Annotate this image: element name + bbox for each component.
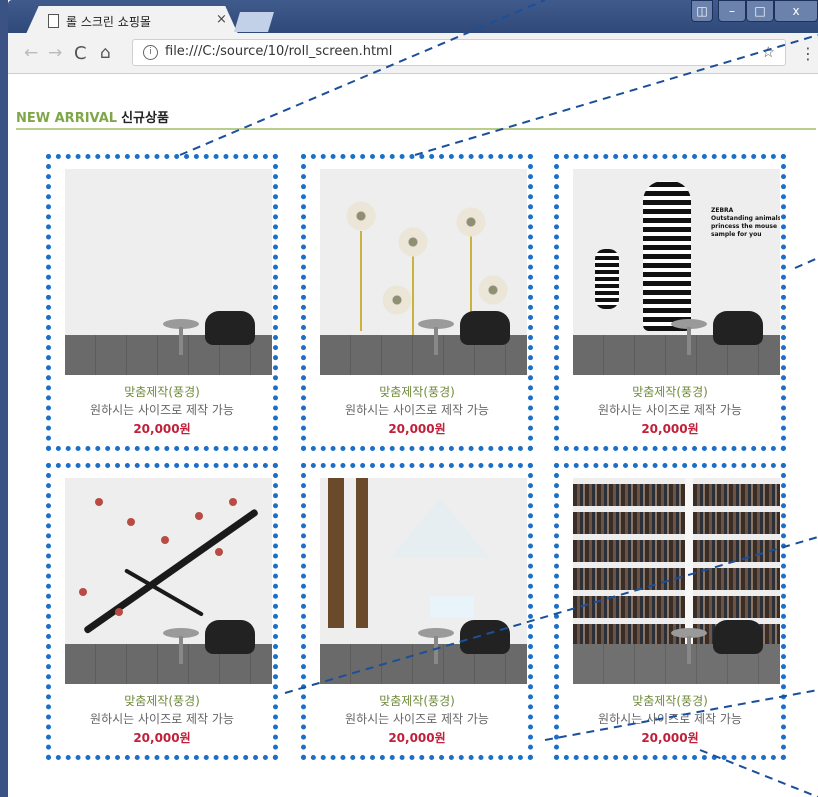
- chair-graphic: [713, 311, 763, 345]
- tree-trunk-graphic: [328, 478, 344, 628]
- home-icon[interactable]: ⌂: [100, 43, 111, 63]
- product-description: 원하시는 사이즈로 제작 가능: [90, 712, 234, 726]
- shelf-graphic: [573, 540, 780, 562]
- flower-graphic: [195, 512, 203, 520]
- branch-graphic: [82, 508, 260, 635]
- zebra-foal-graphic: [595, 249, 619, 309]
- flower-graphic: [215, 548, 223, 556]
- product-image-rose[interactable]: [65, 169, 272, 375]
- product-image-mountain-waterfall[interactable]: [320, 478, 527, 684]
- shelf-graphic: [573, 596, 780, 618]
- window-frame: [0, 0, 8, 797]
- zebra-graphic: [643, 181, 691, 331]
- product-description: 원하시는 사이즈로 제작 가능: [90, 403, 234, 417]
- product-card[interactable]: 맞춤제작(풍경) 원하시는 사이즈로 제작 가능 20,000원: [301, 154, 533, 451]
- product-caption[interactable]: 맞춤제작(풍경): [559, 692, 781, 709]
- product-price: 20,000원: [641, 422, 699, 436]
- new-tab-button[interactable]: [234, 12, 274, 32]
- chair-graphic: [460, 311, 510, 345]
- product-caption[interactable]: 맞춤제작(풍경): [559, 383, 781, 400]
- waterfall-graphic: [430, 596, 474, 618]
- page-content: NEW ARRIVAL 신규상품 맞춤제작(풍경) 원하시는 사이즈로 제작 가능…: [8, 74, 818, 797]
- menu-icon[interactable]: ⋮: [800, 44, 816, 63]
- back-arrow-icon[interactable]: ←: [24, 43, 38, 63]
- shelf-graphic: [573, 512, 780, 534]
- shelf-graphic: [573, 484, 780, 506]
- flower-graphic: [79, 588, 87, 596]
- browser-toolbar: ← → C ⌂ i file:///C:/source/10/roll_scre…: [8, 33, 818, 74]
- maximize-button[interactable]: □: [746, 0, 774, 22]
- chair-graphic: [205, 311, 255, 345]
- product-price: 20,000원: [133, 422, 191, 436]
- flower-graphic: [229, 498, 237, 506]
- product-description: 원하시는 사이즈로 제작 가능: [345, 712, 489, 726]
- star-icon[interactable]: ☆: [762, 43, 775, 61]
- table-leg-graphic: [179, 327, 183, 355]
- table-leg-graphic: [434, 636, 438, 664]
- section-divider: [16, 128, 816, 130]
- tree-trunk-graphic: [356, 478, 368, 628]
- product-price: 20,000원: [388, 731, 446, 745]
- forward-arrow-icon[interactable]: →: [48, 43, 62, 63]
- reload-icon[interactable]: C: [74, 43, 87, 64]
- mountain-peak-graphic: [390, 498, 490, 558]
- product-caption[interactable]: 맞춤제작(풍경): [51, 383, 273, 400]
- product-caption[interactable]: 맞춤제작(풍경): [306, 692, 528, 709]
- product-card[interactable]: ZEBRA Outstanding animals like princess …: [554, 154, 786, 451]
- document-icon: [48, 14, 59, 28]
- product-card[interactable]: 맞춤제작(풍경) 원하시는 사이즈로 제작 가능 20,000원: [554, 463, 786, 760]
- dandelion-graphic: [380, 283, 414, 317]
- minimize-button[interactable]: –: [718, 0, 746, 22]
- flower-graphic: [127, 518, 135, 526]
- product-image-dandelion[interactable]: [320, 169, 527, 375]
- table-leg-graphic: [434, 327, 438, 355]
- shelf-graphic: [573, 568, 780, 590]
- product-price: 20,000원: [641, 731, 699, 745]
- dandelion-graphic: [344, 199, 378, 233]
- browser-tab[interactable]: 롤 스크린 쇼핑몰 ×: [26, 6, 238, 34]
- product-card[interactable]: 맞춤제작(풍경) 원하시는 사이즈로 제작 가능 20,000원: [46, 154, 278, 451]
- product-image-cherry-blossom[interactable]: [65, 478, 272, 684]
- product-price: 20,000원: [133, 731, 191, 745]
- section-title-en: NEW ARRIVAL: [16, 111, 118, 126]
- flower-graphic: [161, 536, 169, 544]
- chair-graphic: [460, 620, 510, 654]
- zebra-art-text: ZEBRA Outstanding animals like princess …: [711, 207, 780, 238]
- address-url[interactable]: file:///C:/source/10/roll_screen.html: [165, 44, 392, 59]
- product-price: 20,000원: [388, 422, 446, 436]
- tab-title: 롤 스크린 쇼핑몰: [66, 15, 151, 29]
- dandelion-graphic: [396, 225, 430, 259]
- product-description: 원하시는 사이즈로 제작 가능: [598, 403, 742, 417]
- section-title-ko: 신규상품: [121, 111, 169, 126]
- dandelion-graphic: [454, 205, 488, 239]
- section-title: NEW ARRIVAL 신규상품: [16, 107, 169, 126]
- product-image-zebra[interactable]: ZEBRA Outstanding animals like princess …: [573, 169, 780, 375]
- dandelion-graphic: [476, 273, 510, 307]
- tab-close-icon[interactable]: ×: [216, 12, 227, 27]
- product-card[interactable]: 맞춤제작(풍경) 원하시는 사이즈로 제작 가능 20,000원: [46, 463, 278, 760]
- chair-graphic: [205, 620, 255, 654]
- info-icon[interactable]: i: [143, 45, 158, 60]
- flower-graphic: [115, 608, 123, 616]
- table-leg-graphic: [687, 636, 691, 664]
- flower-graphic: [95, 498, 103, 506]
- product-caption[interactable]: 맞춤제작(풍경): [306, 383, 528, 400]
- stem-graphic: [360, 231, 362, 331]
- user-icon[interactable]: ◫: [691, 0, 713, 22]
- product-description: 원하시는 사이즈로 제작 가능: [345, 403, 489, 417]
- close-button[interactable]: x: [774, 0, 818, 22]
- product-card[interactable]: 맞춤제작(풍경) 원하시는 사이즈로 제작 가능 20,000원: [301, 463, 533, 760]
- table-leg-graphic: [179, 636, 183, 664]
- product-image-bookshelf[interactable]: [573, 478, 780, 684]
- address-bar[interactable]: i file:///C:/source/10/roll_screen.html …: [132, 39, 786, 66]
- table-leg-graphic: [687, 327, 691, 355]
- product-caption[interactable]: 맞춤제작(풍경): [51, 692, 273, 709]
- product-description: 원하시는 사이즈로 제작 가능: [598, 712, 742, 726]
- chair-graphic: [713, 620, 763, 654]
